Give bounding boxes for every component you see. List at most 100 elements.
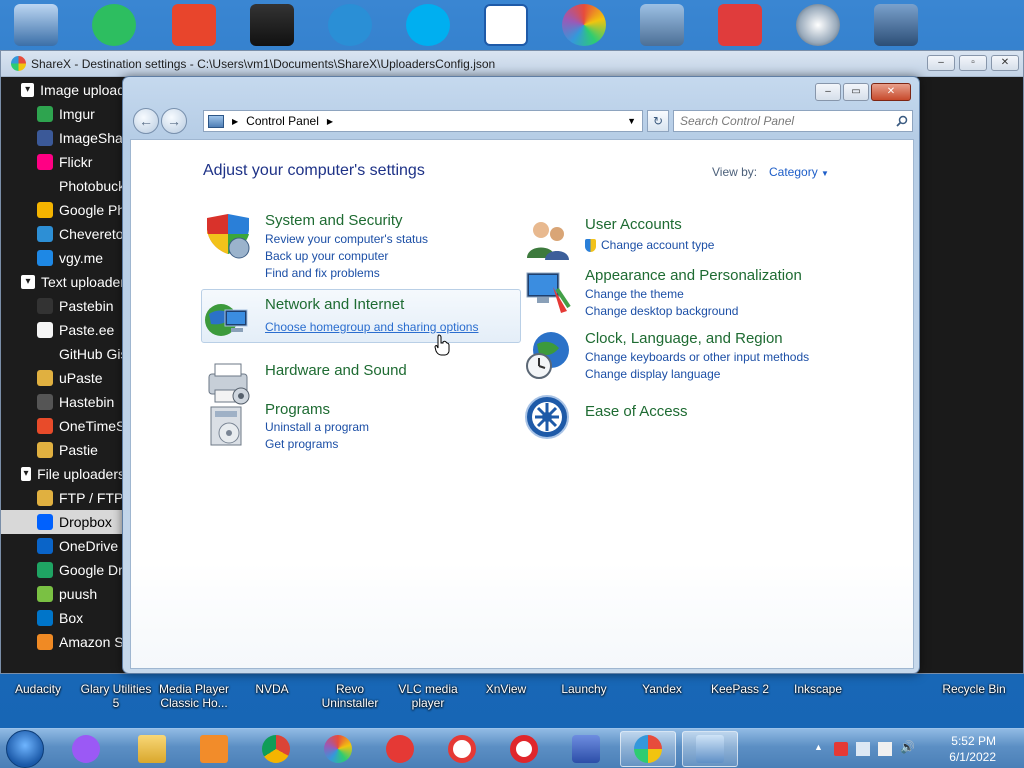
category-link[interactable]: Change display language <box>585 367 720 381</box>
taskbar-yandex[interactable] <box>372 731 428 767</box>
tree-item[interactable]: puush <box>1 582 125 606</box>
desktop-icon-label[interactable]: Revo Uninstaller <box>312 682 388 710</box>
skype-icon[interactable] <box>406 4 450 46</box>
tree-group[interactable]: ▾ Image upload <box>1 78 125 102</box>
tree-item[interactable]: Box <box>1 606 125 630</box>
tree-group[interactable]: ▾ File uploaders <box>1 462 125 486</box>
taskbar-explorer[interactable] <box>124 731 180 767</box>
tree-item[interactable]: Paste.ee <box>1 318 125 342</box>
category-title[interactable]: Network and Internet <box>265 296 404 313</box>
category-title[interactable]: Appearance and Personalization <box>585 267 802 284</box>
category-link[interactable]: Change account type <box>601 238 714 252</box>
taskbar-yandex-browser[interactable] <box>434 731 490 767</box>
castle-icon[interactable] <box>874 4 918 46</box>
desktop-icon-label[interactable]: Yandex <box>624 682 700 696</box>
minimize-button[interactable]: – <box>815 83 841 101</box>
media-player-classic-icon[interactable] <box>250 4 294 46</box>
evernote-icon[interactable] <box>92 4 136 46</box>
category-title[interactable]: Clock, Language, and Region <box>585 330 783 347</box>
category-title[interactable]: Ease of Access <box>585 403 688 420</box>
search-icon[interactable] <box>896 115 908 127</box>
category-link[interactable]: Review your computer's status <box>265 232 428 246</box>
expand-icon[interactable]: ▾ <box>21 83 35 97</box>
taskbar-chrome[interactable] <box>248 731 304 767</box>
category-link[interactable]: Find and fix problems <box>265 266 380 280</box>
tree-item[interactable]: Pastie <box>1 438 125 462</box>
category-title[interactable]: System and Security <box>265 212 403 229</box>
tree-item[interactable]: uPaste <box>1 366 125 390</box>
category-link[interactable]: Change the theme <box>585 287 684 301</box>
taskbar-app[interactable] <box>558 731 614 767</box>
breadcrumb-arrow-icon[interactable]: ▶ <box>327 117 333 126</box>
close-button[interactable]: ✕ <box>871 83 911 101</box>
maximize-button[interactable]: ▫ <box>959 55 987 71</box>
taskbar-picasa[interactable] <box>310 731 366 767</box>
start-button[interactable] <box>6 730 44 768</box>
desktop-icon-label[interactable]: Recycle Bin <box>936 682 1012 696</box>
desktop-icon-label[interactable]: Glary Utilities 5 <box>78 682 154 710</box>
desktop-icon-label[interactable]: Audacity <box>0 682 76 696</box>
breadcrumb-arrow-icon[interactable]: ▶ <box>232 117 238 126</box>
cd-burner-icon[interactable] <box>796 4 840 46</box>
expand-icon[interactable]: ▾ <box>21 275 35 289</box>
tree-item[interactable]: OneDrive <box>1 534 125 558</box>
tree-item[interactable]: Hastebin <box>1 390 125 414</box>
clock-date[interactable]: 6/1/2022 <box>949 750 996 764</box>
avira-icon[interactable] <box>834 742 848 756</box>
tree-item[interactable]: Google Dr <box>1 558 125 582</box>
picasa-icon[interactable] <box>562 4 606 46</box>
sharex-titlebar[interactable]: ShareX - Destination settings - C:\Users… <box>1 51 1023 77</box>
forward-button[interactable]: → <box>161 108 187 134</box>
category-link[interactable]: Back up your computer <box>265 249 388 263</box>
category-title[interactable]: User Accounts <box>585 216 682 233</box>
tree-item[interactable]: ImageSha <box>1 126 125 150</box>
refresh-button[interactable]: ↻ <box>647 110 669 132</box>
puzzle-icon[interactable] <box>718 4 762 46</box>
tree-item[interactable]: OneTimeS <box>1 414 125 438</box>
tree-item[interactable]: GitHub Gis <box>1 342 125 366</box>
expand-icon[interactable]: ▾ <box>21 467 32 481</box>
desktop-icon-label[interactable]: KeePass 2 <box>702 682 778 696</box>
category-title[interactable]: Hardware and Sound <box>265 362 407 379</box>
taskbar-media[interactable] <box>186 731 242 767</box>
tree-item[interactable]: Chevereto <box>1 222 125 246</box>
back-button[interactable]: ← <box>133 108 159 134</box>
tree-item[interactable]: vgy.me <box>1 246 125 270</box>
desktop-icon-label[interactable]: Media Player Classic Ho... <box>156 682 232 710</box>
openoffice-icon[interactable] <box>328 4 372 46</box>
category-title[interactable]: Programs <box>265 401 330 418</box>
address-dropdown-icon[interactable]: ▼ <box>627 116 636 126</box>
tree-item[interactable]: Flickr <box>1 150 125 174</box>
tree-item[interactable]: Pastebin <box>1 294 125 318</box>
tree-group[interactable]: ▾ Text uploader <box>1 270 125 294</box>
search-input[interactable]: Search Control Panel <box>673 110 913 132</box>
category-link[interactable]: Change keyboards or other input methods <box>585 350 809 364</box>
destination-tree[interactable]: ▾ Image upload Imgur ImageSha Flickr Photobuc… <box>1 78 125 673</box>
minimize-button[interactable]: – <box>927 55 955 71</box>
volume-icon[interactable]: 🔊 <box>900 740 915 754</box>
maximize-button[interactable]: ▭ <box>843 83 869 101</box>
tree-item[interactable]: FTP / FTP <box>1 486 125 510</box>
tree-item[interactable]: Dropbox <box>1 510 125 534</box>
desktop-icon-label[interactable]: Launchy <box>546 682 622 696</box>
category-link[interactable]: Choose homegroup and sharing options <box>265 320 478 334</box>
taskbar-sharex[interactable] <box>620 731 676 767</box>
tree-item[interactable]: Photobuck <box>1 174 125 198</box>
computer-icon[interactable] <box>14 4 58 46</box>
category-link[interactable]: Uninstall a program <box>265 420 369 434</box>
network-computer-icon[interactable] <box>640 4 684 46</box>
taskbar-control-panel[interactable] <box>682 731 738 767</box>
address-bar[interactable]: ▶ Control Panel ▶ ▼ <box>203 110 643 132</box>
flag-icon[interactable] <box>878 742 892 756</box>
breadcrumb-control-panel[interactable]: Control Panel <box>246 114 319 128</box>
view-by-dropdown[interactable]: Category ▼ <box>769 165 829 179</box>
desktop-icon-label[interactable]: Inkscape <box>780 682 856 696</box>
tree-item[interactable]: Google Ph <box>1 198 125 222</box>
tree-item[interactable]: Imgur <box>1 102 125 126</box>
vnc-icon[interactable] <box>484 4 528 46</box>
desktop-icon-label[interactable]: NVDA <box>234 682 310 696</box>
category-link[interactable]: Change desktop background <box>585 304 738 318</box>
desktop-icon-label[interactable]: VLC media player <box>390 682 466 710</box>
desktop-icon-label[interactable]: XnView <box>468 682 544 696</box>
network-icon[interactable] <box>856 742 870 756</box>
